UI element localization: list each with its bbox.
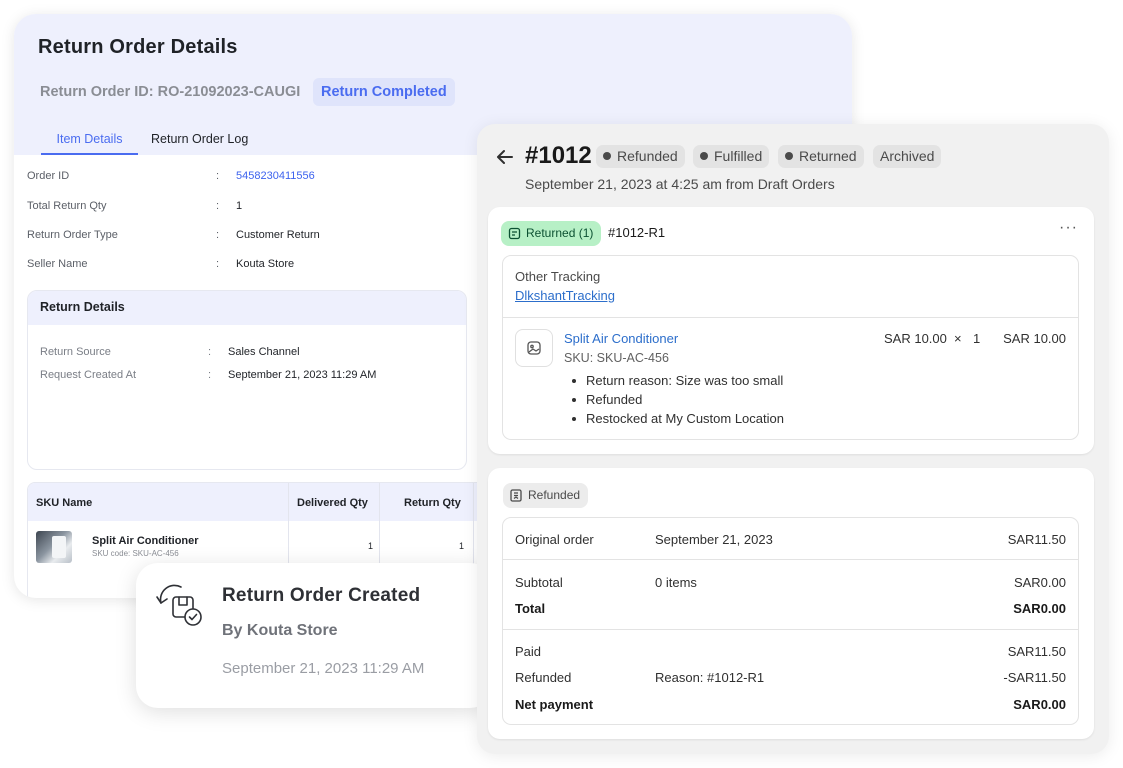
colon-separator: :	[208, 346, 212, 358]
payment-summary-box: Original order September 21, 2023 SAR11.…	[502, 517, 1079, 725]
returned-badge: Returned (1)	[501, 221, 602, 249]
original-order-amount: SAR11.50	[1007, 532, 1066, 547]
colon-separator: :	[216, 170, 220, 182]
return-id: #1012-R1	[608, 225, 666, 240]
return-order-created-card: Return Order Created By Kouta Store Sept…	[136, 563, 492, 708]
return-box-icon	[508, 224, 521, 249]
subtotal-label: Subtotal	[515, 575, 563, 590]
refunded-badge-label: Refunded	[528, 488, 581, 502]
toast-author: By Kouta Store	[222, 622, 338, 639]
tracking-label: Other Tracking	[515, 269, 601, 284]
subtotal-amount: SAR0.00	[1013, 575, 1066, 590]
pill-label: Fulfilled	[714, 148, 763, 164]
tab-return-order-log[interactable]: Return Order Log	[151, 132, 248, 155]
request-created-at-label: Request Created At	[40, 369, 137, 381]
request-created-at-value: September 21, 2023 11:29 AM	[228, 369, 377, 381]
divider	[503, 629, 1078, 630]
paid-label: Paid	[515, 644, 542, 659]
item-unit-price: SAR 10.00	[884, 331, 947, 346]
order-panel: #1012 Refunded Fulfilled Returned Archiv…	[477, 124, 1109, 754]
order-number: #1012	[525, 142, 592, 169]
item-name-link[interactable]: Split Air Conditioner	[564, 331, 678, 346]
refunded-badge: Refunded	[503, 483, 589, 511]
multiply-sign: ×	[954, 331, 962, 346]
item-notes-list: Return reason: Size was too small Refund…	[572, 373, 784, 430]
return-qty-cell: 1	[459, 541, 465, 551]
pill-label: Refunded	[617, 148, 678, 164]
sku-name: Split Air Conditioner	[92, 535, 199, 547]
tracking-link[interactable]: DlkshantTracking	[515, 288, 615, 303]
arrow-left-icon[interactable]	[496, 145, 514, 171]
status-dot-icon	[785, 152, 793, 160]
status-dot-icon	[603, 152, 611, 160]
refund-summary-card: Refunded Original order September 21, 20…	[488, 468, 1094, 739]
delivered-qty-cell: 1	[368, 541, 374, 551]
divider	[503, 559, 1078, 560]
seller-name-value: Kouta Store	[236, 258, 295, 270]
column-header-delivered-qty: Delivered Qty	[297, 497, 368, 509]
list-item: Return reason: Size was too small	[572, 373, 784, 392]
seller-name-label: Seller Name	[27, 258, 88, 270]
original-order-date: September 21, 2023	[655, 532, 773, 547]
item-quantity: 1	[973, 331, 981, 346]
subtotal-items: 0 items	[655, 575, 697, 590]
list-item: Refunded	[572, 392, 784, 411]
return-source-value: Sales Channel	[228, 346, 300, 358]
column-header-sku-name: SKU Name	[36, 497, 93, 509]
order-id-label: Order ID	[27, 170, 70, 182]
status-dot-icon	[700, 152, 708, 160]
returned-badge-label: Returned (1)	[526, 226, 594, 240]
status-pill-refunded: Refunded	[596, 145, 685, 168]
divider	[503, 317, 1078, 318]
return-details-box: Other Tracking DlkshantTracking Split Ai…	[502, 255, 1079, 440]
sku-code: SKU code: SKU-AC-456	[92, 549, 179, 558]
colon-separator: :	[216, 229, 220, 241]
more-options-icon[interactable]: ···	[1059, 219, 1078, 237]
item-sku: SKU: SKU-AC-456	[564, 351, 669, 365]
total-return-qty-value: 1	[236, 200, 243, 212]
status-pill-fulfilled: Fulfilled	[693, 145, 770, 168]
colon-separator: :	[208, 369, 212, 381]
toast-date: September 21, 2023 11:29 AM	[222, 660, 425, 677]
product-thumbnail	[36, 531, 72, 563]
return-created-icon	[151, 577, 207, 633]
pill-label: Archived	[880, 148, 935, 164]
pill-label: Returned	[799, 148, 857, 164]
list-item: Restocked at My Custom Location	[572, 411, 784, 430]
refund-receipt-icon	[510, 486, 522, 511]
order-id-link[interactable]: 5458230411556	[236, 170, 315, 182]
column-header-return-qty: Return Qty	[404, 497, 461, 509]
original-order-label: Original order	[515, 532, 594, 547]
return-details-heading: Return Details	[28, 291, 466, 325]
paid-amount: SAR11.50	[1007, 644, 1066, 659]
status-badge: Return Completed	[313, 78, 455, 106]
order-subtitle: September 21, 2023 at 4:25 am from Draft…	[525, 176, 835, 192]
return-order-type-value: Customer Return	[236, 229, 320, 241]
net-payment-amount: SAR0.00	[1013, 697, 1066, 712]
colon-separator: :	[216, 200, 220, 212]
status-pill-archived: Archived	[873, 145, 942, 168]
page-title: Return Order Details	[38, 36, 238, 58]
total-label: Total	[515, 601, 546, 616]
returned-items-card: Returned (1) #1012-R1 ··· Other Tracking…	[488, 207, 1094, 454]
refund-reason: Reason: #1012-R1	[655, 670, 765, 685]
return-details-section: Return Details Return Source : Sales Cha…	[27, 290, 467, 470]
tab-item-details[interactable]: Item Details	[41, 132, 138, 155]
return-order-type-label: Return Order Type	[27, 229, 118, 241]
item-line-total: SAR 10.00	[1003, 331, 1066, 346]
toast-title: Return Order Created	[222, 585, 421, 606]
total-return-qty-label: Total Return Qty	[27, 200, 107, 212]
status-pill-returned: Returned	[778, 145, 864, 168]
product-image-placeholder-icon	[515, 329, 553, 367]
refunded-label: Refunded	[515, 670, 572, 685]
colon-separator: :	[216, 258, 220, 270]
refunded-amount: -SAR11.50	[1003, 670, 1066, 685]
total-amount: SAR0.00	[1013, 601, 1066, 616]
return-order-id: Return Order ID: RO-21092023-CAUGI	[40, 84, 301, 100]
net-payment-label: Net payment	[515, 697, 594, 712]
return-source-label: Return Source	[40, 346, 111, 358]
